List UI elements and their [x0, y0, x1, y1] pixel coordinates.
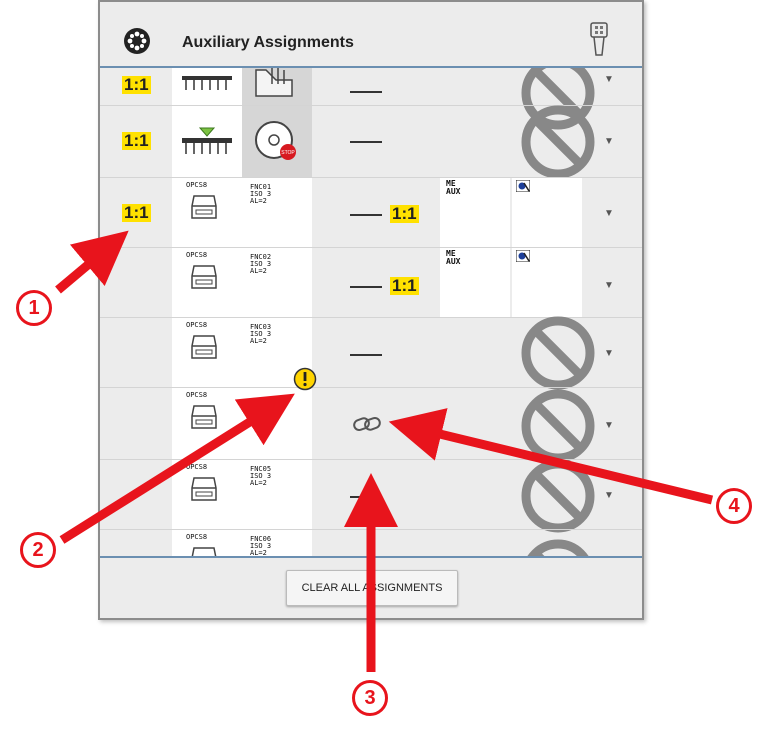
callout-arrow-1 [55, 230, 129, 294]
callout-arrow-4 [388, 408, 714, 505]
callout-marker-2: 2 [20, 532, 56, 568]
callout-marker-3: 3 [352, 680, 388, 716]
callout-marker-4: 4 [716, 488, 752, 524]
annotation-overlay [55, 230, 714, 672]
callout-marker-1: 1 [16, 290, 52, 326]
callout-arrow-2 [59, 393, 295, 544]
